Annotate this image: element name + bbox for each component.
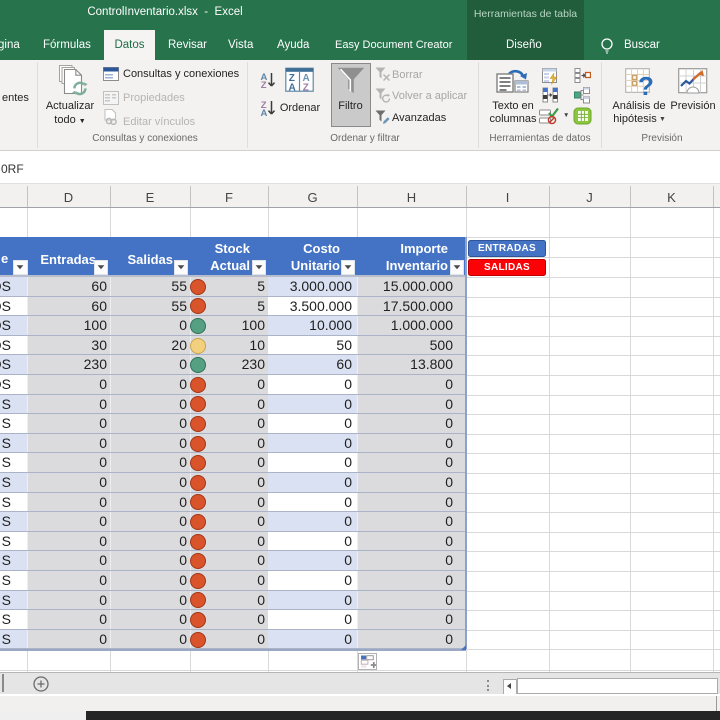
svg-text:Z: Z (303, 83, 309, 94)
svg-text:A: A (261, 108, 268, 117)
svg-text:A: A (289, 83, 296, 94)
svg-text:?: ? (638, 71, 654, 98)
svg-text:Z: Z (261, 80, 267, 89)
